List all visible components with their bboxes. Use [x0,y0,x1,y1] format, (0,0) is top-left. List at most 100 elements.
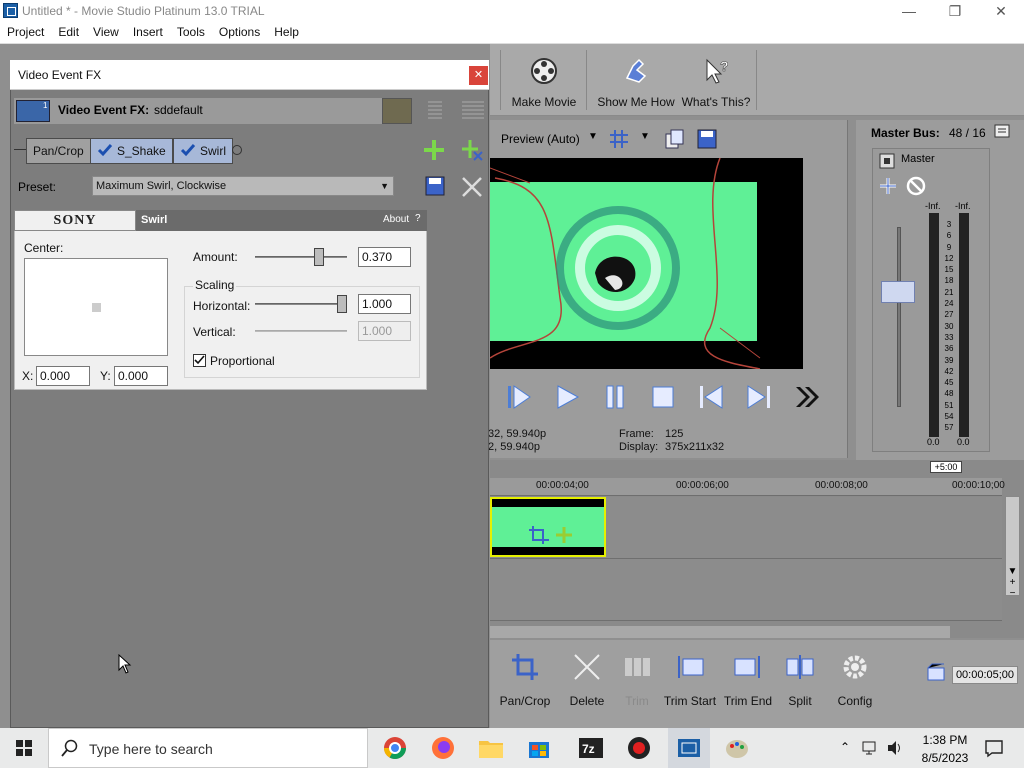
preset-dropdown[interactable]: Maximum Swirl, Clockwise ▼ [92,176,394,196]
preview-info-left-2: 2, 59.940p [488,441,540,453]
make-movie-button[interactable]: Make Movie [506,44,582,116]
meter-peak-right: 0.0 [957,437,970,447]
master-fx-icon[interactable] [879,153,895,169]
fx-layout-icons[interactable] [422,98,488,124]
pause-icon[interactable] [600,382,630,412]
amount-input[interactable]: 0.370 [358,247,411,267]
chevron-down-icon[interactable]: ▼ [640,131,650,142]
show-hidden-icons-icon[interactable]: ⌃ [840,740,850,754]
timecode-display[interactable]: 00:00:05;00 [952,666,1018,684]
trim-start-icon [678,656,704,678]
amount-slider-thumb[interactable] [314,248,325,266]
y-input[interactable]: 0.000 [114,366,168,386]
volume-fader-thumb[interactable] [881,281,915,303]
audio-track[interactable] [490,559,1002,621]
volume-fader-track[interactable] [897,227,901,407]
center-picker[interactable] [24,258,168,356]
remove-plugin-icon[interactable] [460,138,484,162]
loop-play-icon[interactable] [504,382,534,412]
chain-item-s-shake[interactable]: S_Shake [90,138,173,164]
proportional-checkbox[interactable] [193,354,206,367]
split-button[interactable]: Split [778,648,822,718]
frame-value: 125 [665,428,684,440]
network-icon[interactable] [862,739,880,757]
stop-icon[interactable] [648,382,678,412]
windows-start-icon[interactable] [0,728,48,768]
go-to-end-icon[interactable] [744,382,774,412]
center-label: Center: [24,241,64,255]
file-explorer-icon[interactable] [476,734,506,762]
horizontal-slider[interactable] [255,303,347,305]
menu-insert[interactable]: Insert [126,22,170,39]
go-to-start-icon[interactable] [696,382,726,412]
chain-item-pan-crop[interactable]: Pan/Crop [26,138,91,164]
trim-button[interactable]: Trim [612,648,662,718]
clock-date[interactable]: 8/5/2023 [914,751,976,765]
grid-overlay-icon[interactable] [608,128,630,150]
x-input[interactable]: 0.000 [36,366,90,386]
fx-close-button[interactable]: ✕ [469,66,488,85]
pan-crop-button[interactable]: Pan/Crop [496,648,554,718]
fx-chain-view-button[interactable] [382,98,412,124]
save-snapshot-icon[interactable] [696,128,718,150]
timeline-ruler[interactable]: 00:00:04;00 00:00:06;00 00:00:08;00 00:0… [490,478,1005,496]
horizontal-slider-thumb[interactable] [337,295,347,313]
show-me-how-label: Show Me How [597,95,675,109]
restore-icon[interactable]: ❐ [932,0,978,22]
menu-edit[interactable]: Edit [51,22,86,39]
menu-tools[interactable]: Tools [170,22,212,39]
preview-info: 32, 59.940p 2, 59.940p Frame: 125 Displa… [480,426,840,458]
trim-end-icon [734,656,760,678]
zoom-buttons[interactable]: ▼ + − [1005,566,1020,616]
app-icon [3,3,18,18]
pan-crop-event-icon[interactable] [528,525,550,545]
clock-time[interactable]: 1:38 PM [914,733,976,747]
minimize-icon[interactable]: — [886,0,932,22]
fx-header: 1 Video Event FX: sddefault [14,98,412,124]
add-fx-icon[interactable] [877,175,899,197]
menu-view[interactable]: View [86,22,126,39]
taskbar-search[interactable]: Type here to search [48,728,368,768]
chrome-icon[interactable] [380,734,410,762]
checkmark-icon [97,144,113,157]
save-preset-icon[interactable] [424,175,446,197]
notifications-icon[interactable] [984,738,1004,758]
amount-slider[interactable] [255,256,347,258]
whats-this-button[interactable]: ? What's This? [680,44,752,116]
record-icon[interactable] [624,734,654,762]
movie-studio-icon[interactable] [674,734,704,762]
chevron-down-icon[interactable]: ▼ [588,131,598,142]
menu-options[interactable]: Options [212,22,267,39]
delete-preset-icon[interactable] [460,175,484,199]
microsoft-store-icon[interactable] [524,734,554,762]
chain-item-swirl[interactable]: Swirl [173,138,233,164]
trim-end-button[interactable]: Trim End [720,648,776,718]
trim-start-button[interactable]: Trim Start [662,648,718,718]
delete-button[interactable]: Delete [560,648,614,718]
event-fx-icon[interactable] [554,525,574,545]
7zip-icon[interactable]: 7z [576,734,606,762]
firefox-icon[interactable] [428,734,458,762]
play-icon[interactable] [552,382,582,412]
close-icon[interactable]: ✕ [978,0,1024,22]
mixer-options-icon[interactable] [994,124,1010,138]
x-label: X: [22,369,34,383]
copy-snapshot-icon[interactable] [664,128,686,150]
more-controls-icon[interactable] [792,382,822,412]
add-plugin-icon[interactable] [422,138,446,162]
paint-icon[interactable] [722,734,752,762]
trim-end-label: Trim End [723,694,773,708]
horizontal-input[interactable]: 1.000 [358,294,411,314]
video-clip[interactable] [490,497,606,557]
preview-quality-dropdown[interactable]: Preview (Auto) [501,132,580,146]
bypass-fx-icon[interactable] [905,175,927,197]
plugin-about-link[interactable]: About [383,214,409,225]
menu-project[interactable]: Project [0,22,51,39]
menu-help[interactable]: Help [267,22,306,39]
timeline-horizontal-scrollbar[interactable] [490,626,950,638]
config-button[interactable]: Config [828,648,882,718]
center-point-marker[interactable] [92,303,101,312]
volume-icon[interactable] [886,739,904,757]
plugin-help-icon[interactable]: ? [415,213,421,224]
show-me-how-button[interactable]: Show Me How [592,44,680,116]
